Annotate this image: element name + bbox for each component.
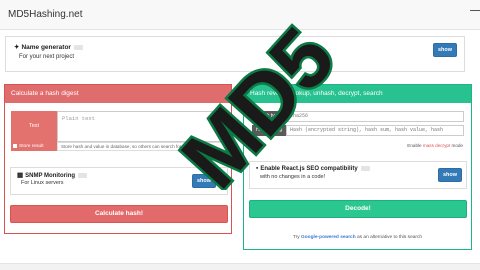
google-search-note: Try Google-powered search as an alternat… bbox=[292, 235, 423, 240]
hash-type-select[interactable]: sha256 bbox=[286, 111, 464, 122]
react-seo-title: ▪ Enable React.js SEO compatibility bbox=[256, 165, 370, 172]
calculate-hash-button[interactable]: Calculate hash! bbox=[10, 205, 228, 223]
google-search-link[interactable]: Google-powered search bbox=[301, 235, 356, 240]
plain-text-input[interactable]: Plain text ◢ bbox=[57, 111, 229, 142]
brand-logo[interactable]: MD5Hashing.net bbox=[8, 9, 82, 20]
plain-text-placeholder: Plain text bbox=[62, 115, 96, 122]
calculate-hash-panel: Calculate a hash digest Text Plain text … bbox=[4, 84, 232, 234]
store-result-note: Store hash and value in database, so oth… bbox=[57, 142, 229, 151]
decode-button[interactable]: Decode! bbox=[249, 200, 467, 218]
snmp-monitoring-box: ▦ SNMP Monitoring For Linux servers show bbox=[10, 167, 228, 195]
text-label: Text bbox=[11, 111, 57, 142]
store-result-label: Store result bbox=[19, 144, 44, 149]
help-badge-icon[interactable] bbox=[73, 44, 83, 50]
react-seo-box: ▪ Enable React.js SEO compatibility with … bbox=[249, 161, 467, 189]
footer-strip bbox=[0, 263, 480, 270]
reverse-lookup-panel: Hash reverse lookup, unhash, decrypt, se… bbox=[243, 84, 472, 250]
hash-type-label: Hash type bbox=[252, 111, 286, 122]
resize-grip-icon[interactable]: ◢ bbox=[224, 134, 227, 140]
mass-decrypt-link[interactable]: mass decrypt bbox=[423, 143, 450, 148]
react-seo-subtitle: with no changes in a code! bbox=[260, 174, 326, 180]
hash-string-label: Hash String bbox=[252, 125, 286, 136]
top-navbar: MD5Hashing.net bbox=[0, 0, 480, 30]
mass-decrypt-note: Enable mass decrypt mode bbox=[407, 143, 463, 148]
wand-icon: ✦ bbox=[14, 44, 20, 51]
snmp-subtitle: For Linux servers bbox=[21, 180, 64, 186]
store-result-toggle[interactable]: Store result bbox=[11, 142, 57, 151]
reverse-panel-heading: Hash reverse lookup, unhash, decrypt, se… bbox=[244, 85, 471, 103]
snmp-show-button[interactable]: show bbox=[192, 174, 216, 188]
name-generator-show-button[interactable]: show bbox=[433, 43, 457, 57]
store-result-checkbox[interactable] bbox=[13, 143, 17, 148]
bullet-icon: ▪ bbox=[256, 165, 259, 172]
snmp-title: ▦ SNMP Monitoring bbox=[17, 171, 88, 179]
hash-string-input[interactable]: Hash (encrypted string), hash sum, hash … bbox=[286, 125, 464, 136]
calculate-panel-heading: Calculate a hash digest bbox=[5, 85, 231, 103]
server-icon: ▦ bbox=[17, 172, 24, 179]
react-seo-show-button[interactable]: show bbox=[438, 168, 462, 182]
menu-toggle-icon[interactable] bbox=[470, 10, 480, 11]
help-badge-icon[interactable] bbox=[78, 172, 88, 178]
name-generator-panel: ✦ Name generator For your next project sh… bbox=[5, 36, 465, 72]
name-generator-title: ✦ Name generator bbox=[14, 43, 83, 51]
name-generator-subtitle: For your next project bbox=[19, 54, 75, 60]
help-badge-icon[interactable] bbox=[360, 165, 370, 171]
